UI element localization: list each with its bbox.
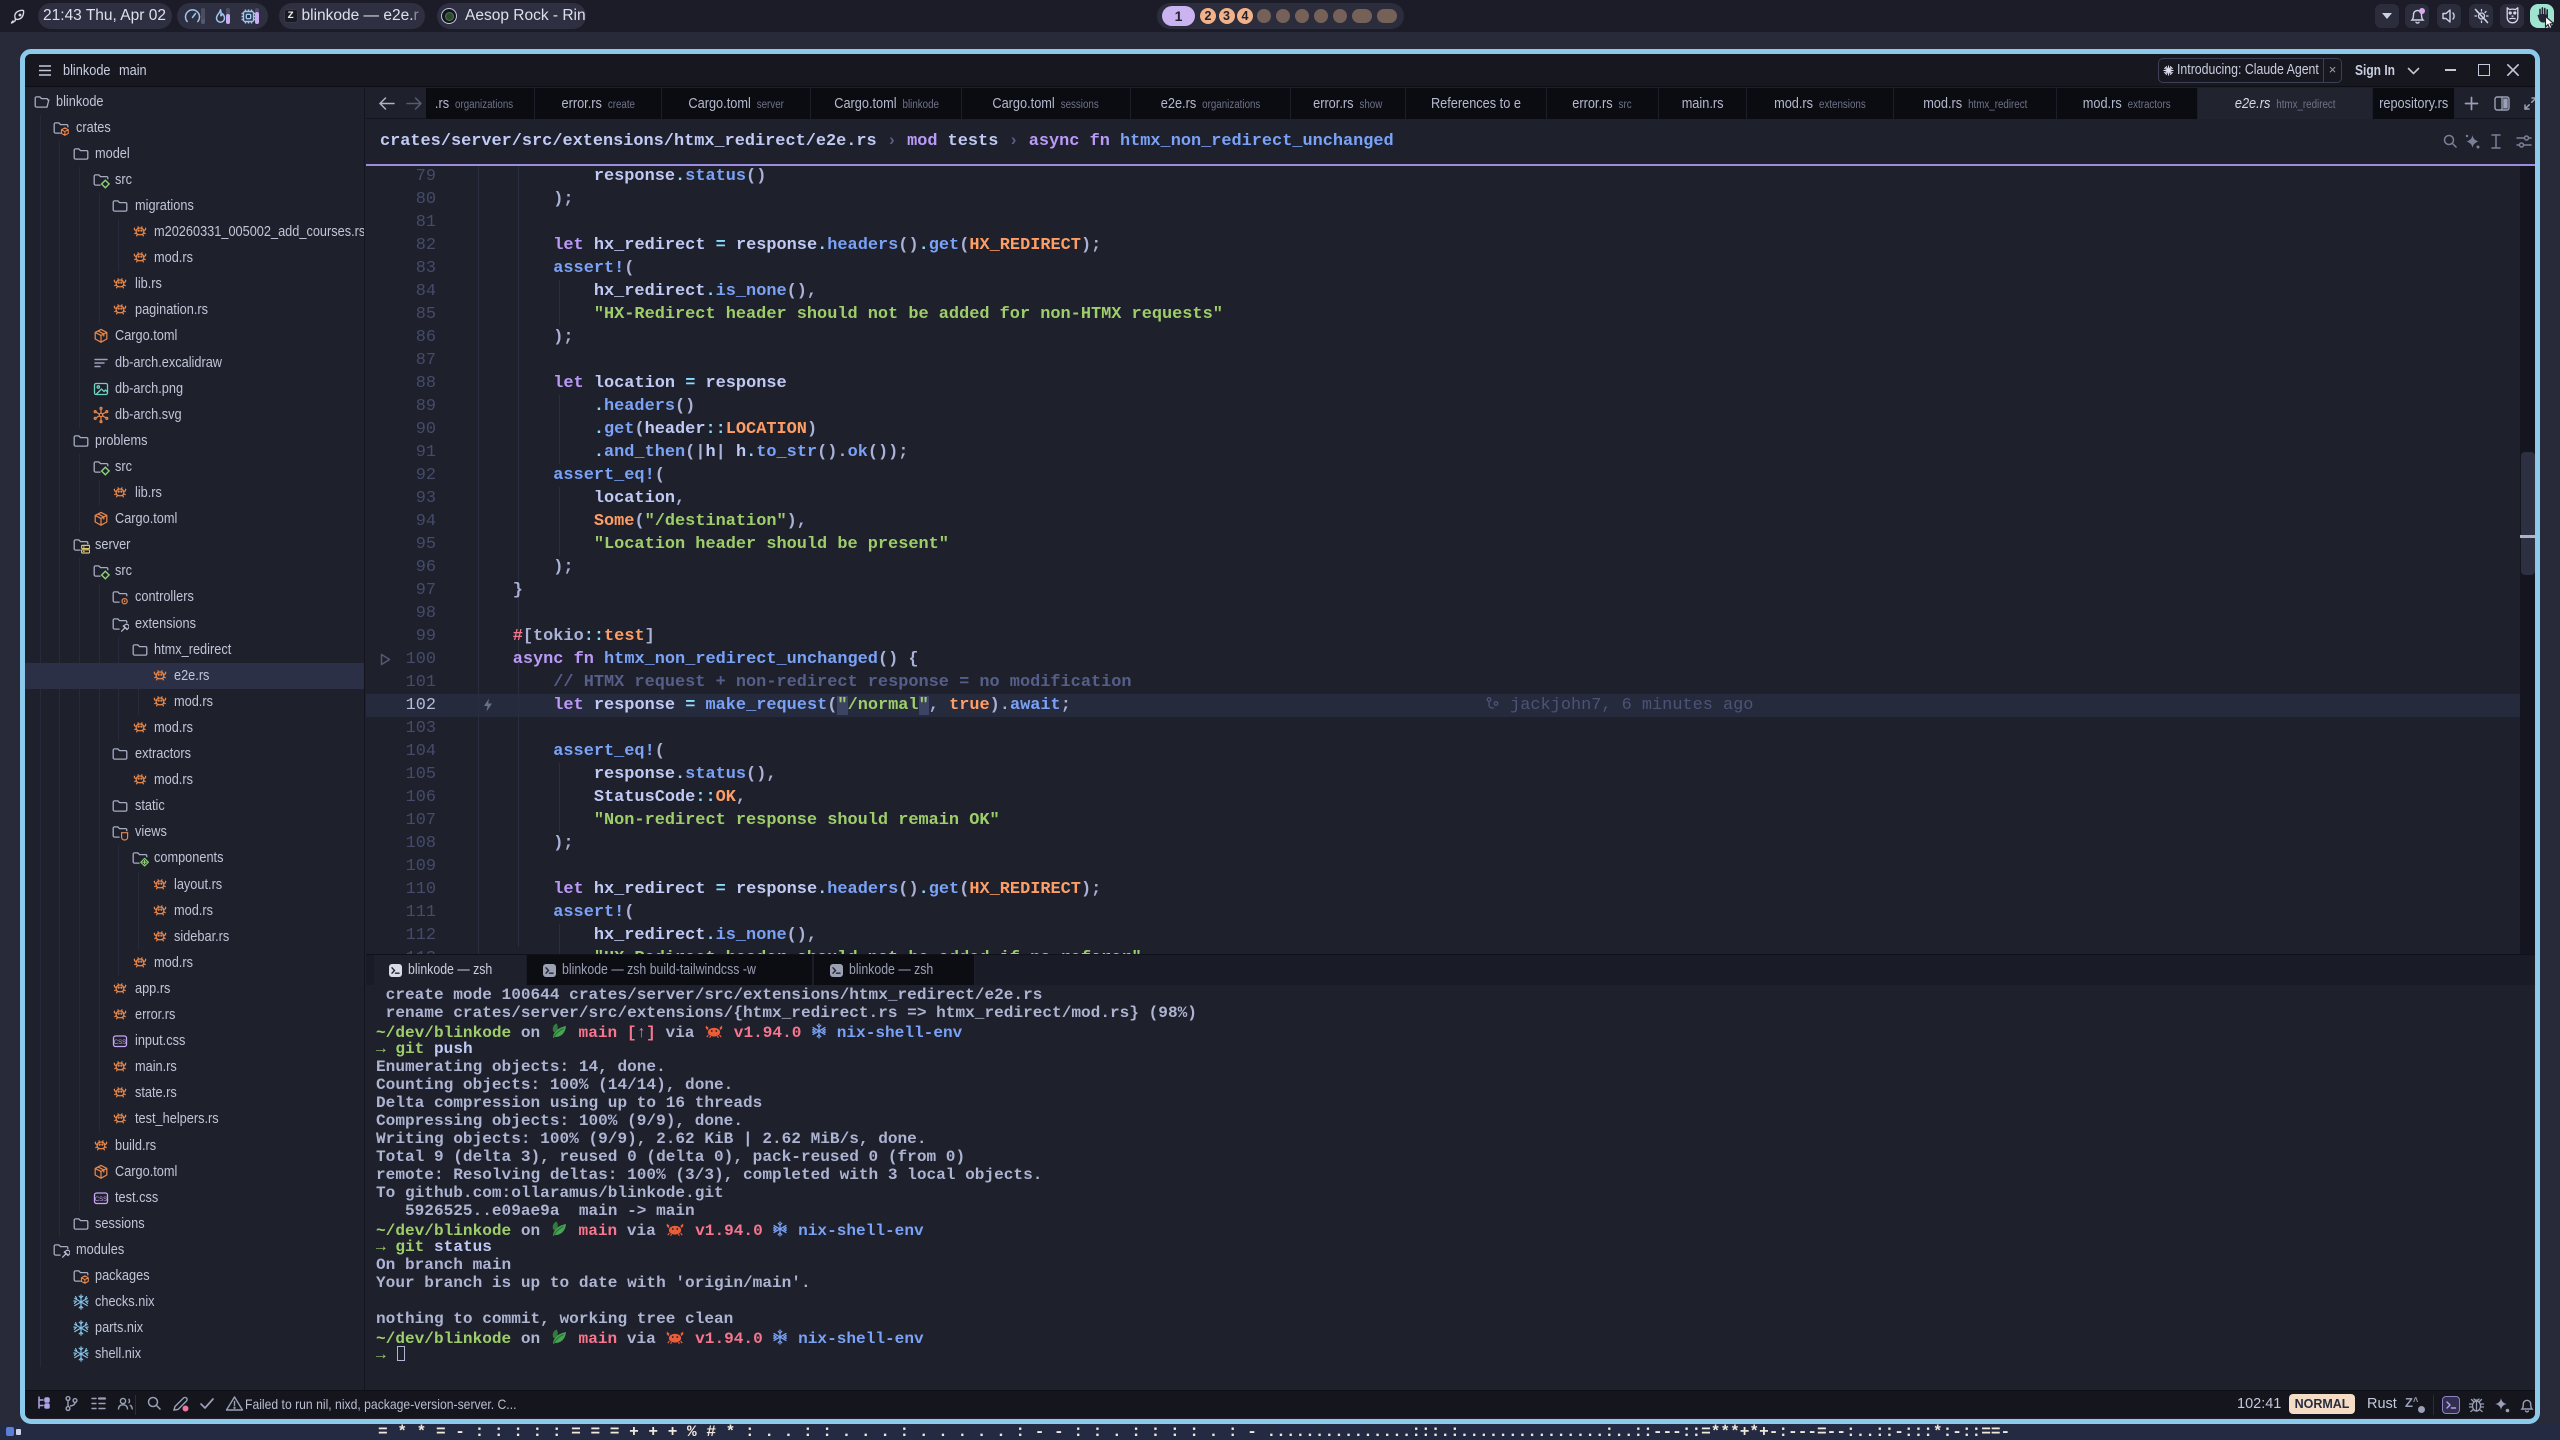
svg-text:CSS: CSS: [94, 1196, 106, 1202]
svg-text:CSS: CSS: [114, 1040, 126, 1046]
